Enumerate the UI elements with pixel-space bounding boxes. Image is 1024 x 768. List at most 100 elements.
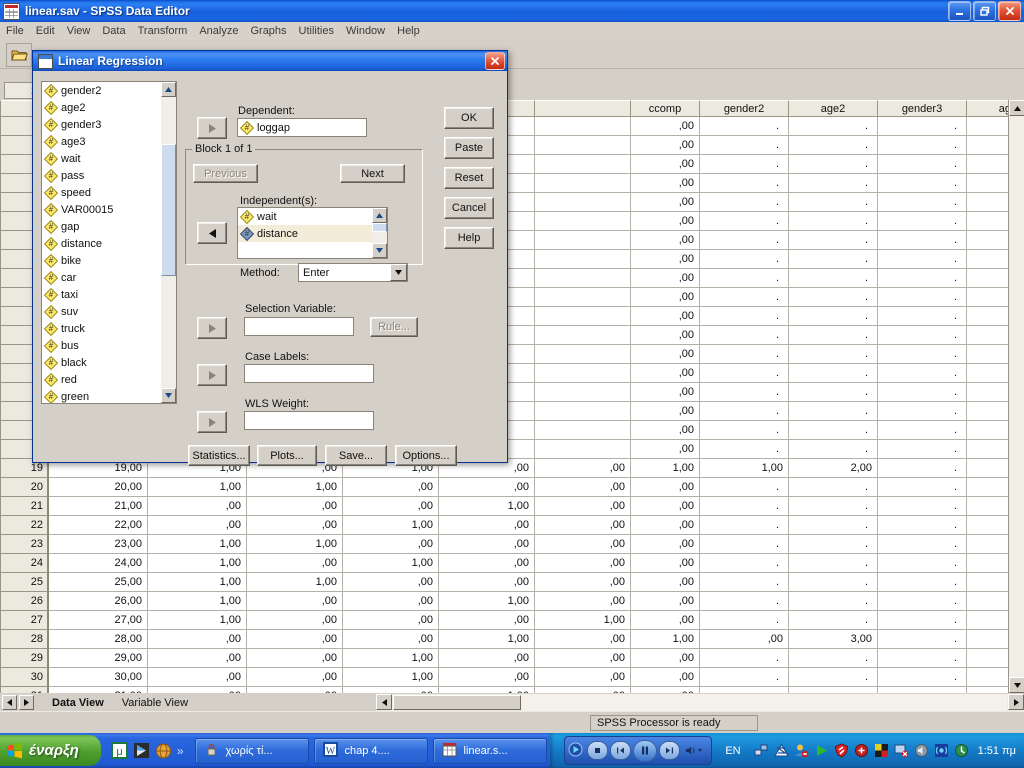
move-to-case-labels-button[interactable] <box>197 364 227 386</box>
taskbar-window-paint[interactable]: χωρίς τί... <box>194 737 309 764</box>
shield-red-icon[interactable] <box>834 743 849 758</box>
grid-cell[interactable]: . <box>700 307 789 326</box>
grid-cell[interactable] <box>535 193 631 212</box>
grid-cell[interactable]: 1,00 <box>247 535 343 554</box>
row-header[interactable]: 21 <box>0 497 49 516</box>
grid-cell[interactable]: . <box>878 459 967 478</box>
selection-variable-field[interactable] <box>244 317 354 336</box>
zonealarm-icon[interactable] <box>773 743 789 758</box>
table-row[interactable]: 2424,001,00,001,00,00,00,00....,001,00 <box>0 554 1008 573</box>
grid-cell[interactable]: 23,00 <box>49 535 148 554</box>
grid-cell[interactable]: ,00 <box>439 478 535 497</box>
grid-cell[interactable]: . <box>700 592 789 611</box>
grid-cell[interactable]: . <box>878 250 967 269</box>
independents-items[interactable]: # wait # distance <box>238 208 387 242</box>
grid-cell[interactable]: . <box>967 611 1008 630</box>
row-header[interactable]: 23 <box>0 535 49 554</box>
media-pause-button[interactable] <box>633 739 658 762</box>
table-row[interactable]: 2323,001,001,00,00,00,00,00....1,191,00 <box>0 535 1008 554</box>
grid-cell[interactable]: . <box>967 212 1008 231</box>
grid-cell[interactable]: . <box>700 326 789 345</box>
grid-cell[interactable]: . <box>700 649 789 668</box>
grid-cell[interactable]: . <box>967 440 1008 459</box>
varlist-scroll-thumb[interactable] <box>161 144 176 276</box>
grid-cell[interactable]: ,00 <box>247 611 343 630</box>
row-header[interactable]: 25 <box>0 573 49 592</box>
grid-cell[interactable]: . <box>700 174 789 193</box>
grid-cell[interactable] <box>535 307 631 326</box>
tab-data-view[interactable]: Data View <box>42 694 112 711</box>
grid-cell[interactable]: ,00 <box>631 212 700 231</box>
grid-cell[interactable]: . <box>967 573 1008 592</box>
grid-cell[interactable]: . <box>967 326 1008 345</box>
grid-cell[interactable]: ,00 <box>148 668 247 687</box>
media-icon[interactable] <box>133 742 150 759</box>
grid-cell[interactable] <box>535 231 631 250</box>
menu-item-help[interactable]: Help <box>391 24 426 38</box>
table-row[interactable]: 2929,00,00,001,00,00,00,00....,001,00 <box>0 649 1008 668</box>
grid-cell[interactable]: ,00 <box>148 497 247 516</box>
quick-launch-more-button[interactable]: » <box>177 744 184 758</box>
grid-cell[interactable]: ,00 <box>631 611 700 630</box>
source-variable-item[interactable]: # red <box>42 371 176 388</box>
grid-cell[interactable]: ,00 <box>247 687 343 693</box>
grid-cell[interactable]: ,00 <box>631 174 700 193</box>
grid-cell[interactable]: ,00 <box>631 440 700 459</box>
menu-item-window[interactable]: Window <box>340 24 391 38</box>
grid-cell[interactable]: . <box>967 136 1008 155</box>
grid-cell[interactable]: ,00 <box>535 497 631 516</box>
table-row[interactable]: 2626,001,00,00,001,00,00,00....,001,00 <box>0 592 1008 611</box>
grid-cell[interactable]: ,00 <box>247 630 343 649</box>
grid-cell[interactable]: . <box>700 421 789 440</box>
varlist-scroll-up-button[interactable] <box>161 82 176 97</box>
dependent-field[interactable]: # loggap <box>237 118 367 137</box>
grid-cell[interactable]: ,00 <box>631 250 700 269</box>
grid-cell[interactable]: . <box>789 402 878 421</box>
independents-list[interactable]: # wait # distance <box>237 207 388 259</box>
grid-column-header[interactable]: age2 <box>789 100 878 117</box>
grid-cell[interactable]: . <box>878 136 967 155</box>
grid-cell[interactable]: . <box>878 668 967 687</box>
grid-cell[interactable]: . <box>967 250 1008 269</box>
grid-cell[interactable]: . <box>967 630 1008 649</box>
grid-cell[interactable]: 1,00 <box>247 478 343 497</box>
grid-vertical-scrollbar[interactable] <box>1008 100 1024 693</box>
grid-cell[interactable]: ,00 <box>343 497 439 516</box>
grid-cell[interactable]: . <box>789 364 878 383</box>
grid-cell[interactable] <box>535 383 631 402</box>
table-row[interactable]: 2020,001,001,00,00,00,00,00....1,661,00 <box>0 478 1008 497</box>
grid-cell[interactable]: . <box>789 155 878 174</box>
source-variable-list[interactable]: # gender2 # age2 # gender3 # age3 # wait # pass # spe… <box>41 81 177 404</box>
tab-prev-button[interactable] <box>2 695 17 710</box>
grid-cell[interactable]: . <box>700 535 789 554</box>
grid-cell[interactable]: ,00 <box>535 478 631 497</box>
tab-next-button[interactable] <box>19 695 34 710</box>
grid-cell[interactable]: 1,00 <box>343 668 439 687</box>
grid-cell[interactable]: ,00 <box>343 687 439 693</box>
grid-cell[interactable]: 27,00 <box>49 611 148 630</box>
taskbar-window-word[interactable]: W chap 4.... <box>313 737 428 764</box>
grid-cell[interactable]: . <box>700 611 789 630</box>
excel-icon[interactable]: μ <box>110 742 128 759</box>
grid-cell[interactable]: . <box>789 535 878 554</box>
ok-button[interactable]: OK <box>444 107 494 129</box>
grid-cell[interactable]: ,00 <box>535 535 631 554</box>
grid-cell[interactable]: 25,00 <box>49 573 148 592</box>
grid-cell[interactable]: . <box>878 687 967 693</box>
grid-cell[interactable]: . <box>878 630 967 649</box>
source-variable-item[interactable]: # black <box>42 354 176 371</box>
source-variable-items[interactable]: # gender2 # age2 # gender3 # age3 # wait # pass # spe… <box>42 82 176 403</box>
help-button[interactable]: Help <box>444 227 494 249</box>
grid-cell[interactable]: . <box>878 573 967 592</box>
method-select[interactable]: Enter <box>298 263 408 282</box>
grid-cell[interactable]: ,00 <box>631 345 700 364</box>
grid-cell[interactable]: . <box>789 440 878 459</box>
grid-cell[interactable]: ,00 <box>631 364 700 383</box>
grid-cell[interactable]: ,00 <box>535 459 631 478</box>
grid-cell[interactable]: ,00 <box>631 136 700 155</box>
grid-cell[interactable]: ,00 <box>631 383 700 402</box>
grid-cell[interactable]: . <box>789 269 878 288</box>
table-row[interactable]: 2828,00,00,00,001,00,001,00,003,00..2,19… <box>0 630 1008 649</box>
media-volume-button[interactable] <box>682 742 708 759</box>
grid-cell[interactable]: . <box>967 193 1008 212</box>
